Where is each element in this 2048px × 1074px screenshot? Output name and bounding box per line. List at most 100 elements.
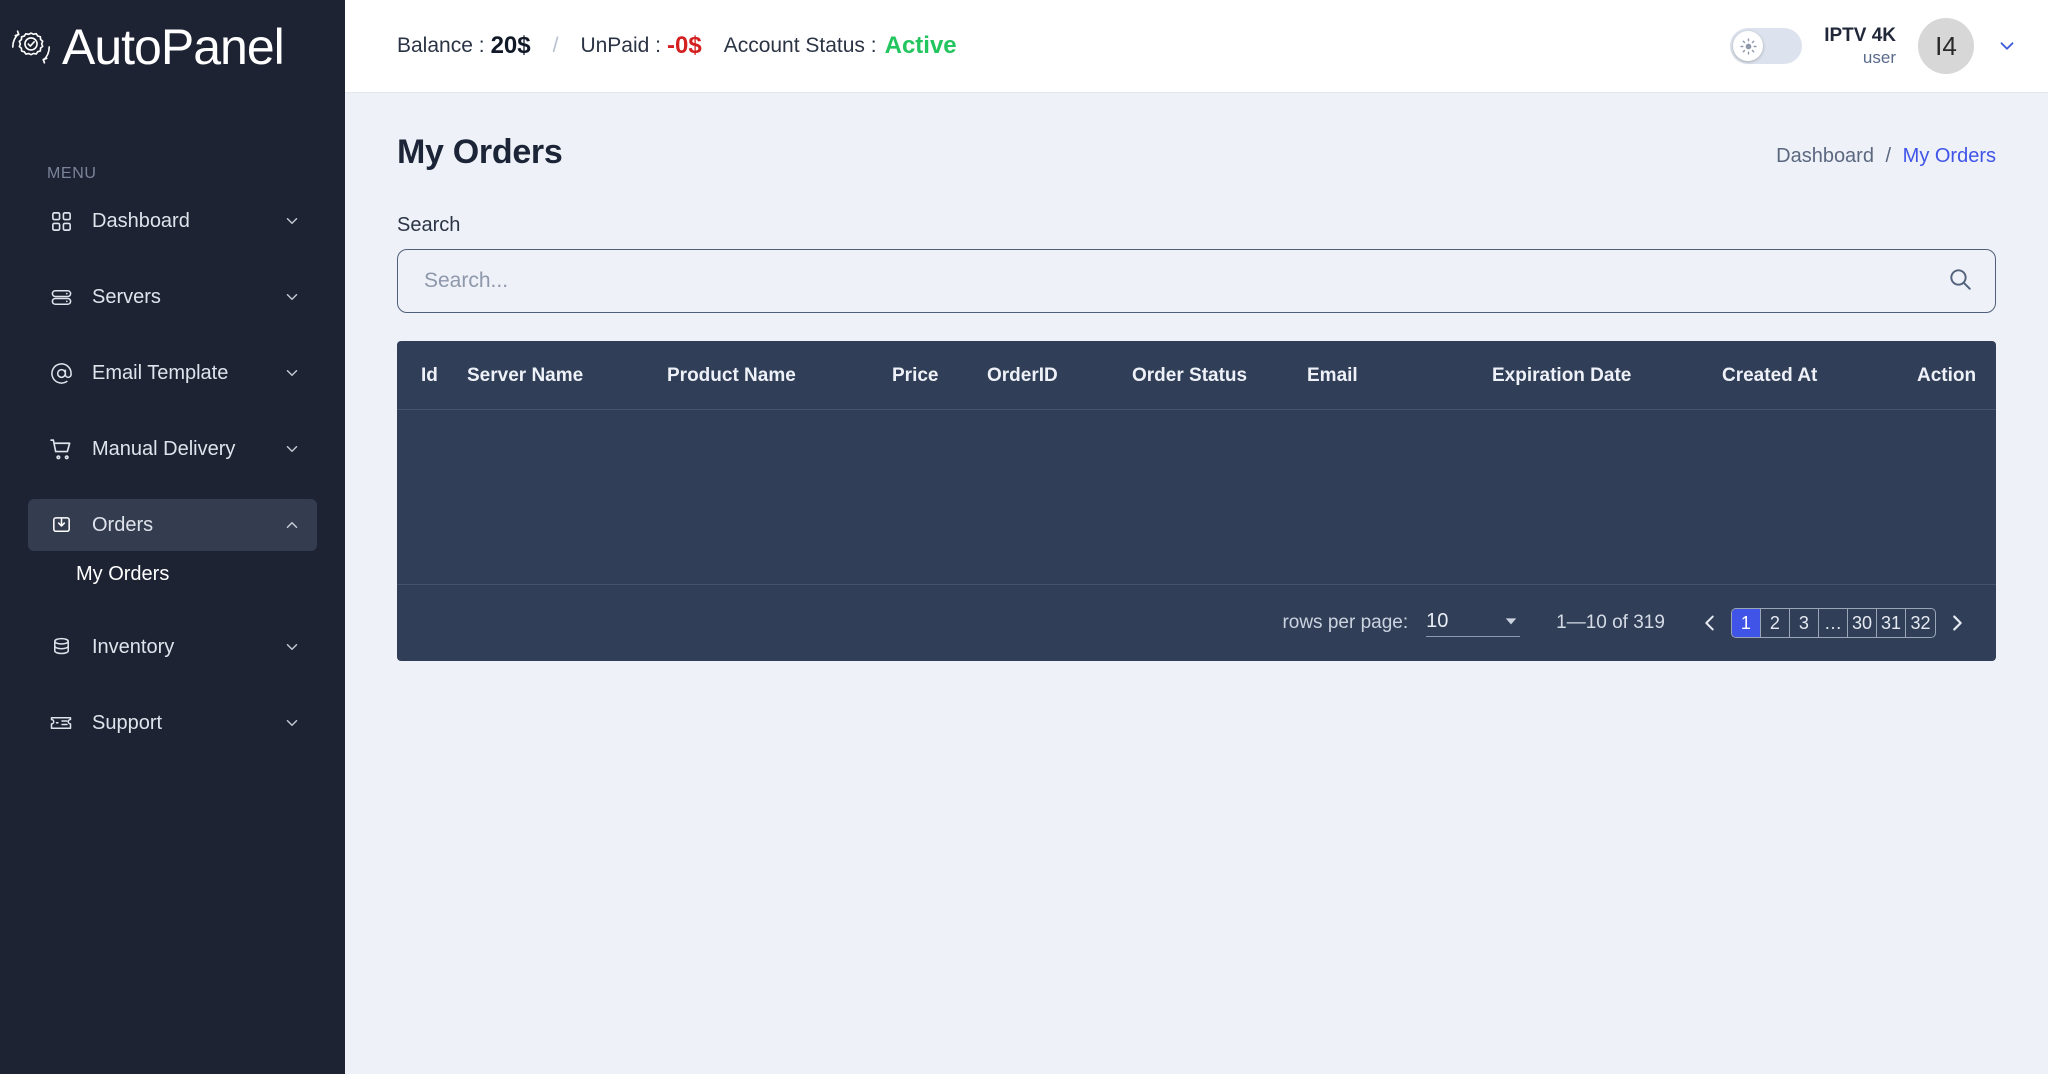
page-title: My Orders <box>397 133 563 171</box>
rows-per-page-value: 10 <box>1426 609 1449 632</box>
page-button-1[interactable]: 1 <box>1731 609 1761 637</box>
user-info: IPTV 4K user <box>1824 24 1896 69</box>
page-buttons: 1 2 3 … 30 31 32 <box>1730 608 1936 638</box>
avatar[interactable]: I4 <box>1918 18 1974 74</box>
caret-down-icon <box>1502 612 1520 630</box>
main-area: Balance : 20$ / UnPaid : -0$ Account Sta… <box>345 0 2048 1074</box>
breadcrumb: Dashboard / My Orders <box>1776 133 1996 168</box>
server-icon <box>48 284 74 310</box>
menu-section-label: MENU <box>47 165 97 182</box>
app-root: AutoPanel MENU Dashboard Servers Email T… <box>0 0 2048 1074</box>
page-button-3[interactable]: 3 <box>1790 609 1819 637</box>
sidebar-subitem-label: My Orders <box>76 562 170 585</box>
user-name: IPTV 4K <box>1824 24 1896 46</box>
unpaid-label: UnPaid : <box>580 34 661 57</box>
column-header-orderid: OrderID <box>987 341 1132 410</box>
cart-icon <box>48 436 74 462</box>
sidebar-item-manual-delivery[interactable]: Manual Delivery <box>28 423 317 475</box>
chevron-up-icon <box>283 516 301 534</box>
column-header-order-status: Order Status <box>1132 341 1307 410</box>
chevron-down-icon[interactable] <box>1996 35 2018 57</box>
inbox-down-icon <box>48 512 74 538</box>
column-header-expiration-date: Expiration Date <box>1492 341 1722 410</box>
sun-icon <box>1733 31 1764 61</box>
sidebar-item-servers[interactable]: Servers <box>28 271 317 323</box>
user-role: user <box>1862 48 1896 68</box>
table-empty-cell <box>397 409 1996 585</box>
topbar-right: IPTV 4K user I4 <box>1730 18 2018 74</box>
chevron-down-icon <box>283 638 301 656</box>
column-header-id: Id <box>397 341 467 410</box>
status-badge: Active <box>884 32 957 59</box>
page-header: My Orders Dashboard / My Orders <box>397 133 1996 172</box>
table-footer: rows per page: 10 1—10 of 319 1 2 3 … 30… <box>397 585 1996 661</box>
grid-icon <box>48 208 74 234</box>
brand[interactable]: AutoPanel <box>0 0 345 93</box>
column-header-server-name: Server Name <box>467 341 667 410</box>
gear-check-refresh-icon <box>8 24 54 70</box>
sidebar-item-dashboard[interactable]: Dashboard <box>28 195 317 247</box>
sidebar-item-label: Email Template <box>92 361 229 384</box>
orders-table-card: Id Server Name Product Name Price OrderI… <box>397 341 1996 661</box>
sidebar-item-label: Support <box>92 711 163 734</box>
avatar-initials: I4 <box>1935 30 1957 61</box>
column-header-product-name: Product Name <box>667 341 892 410</box>
chevron-right-icon[interactable] <box>1944 608 1970 638</box>
topbar: Balance : 20$ / UnPaid : -0$ Account Sta… <box>345 0 2048 93</box>
breadcrumb-root[interactable]: Dashboard <box>1776 145 1874 167</box>
balance-value: 20$ <box>490 32 531 59</box>
chevron-left-icon[interactable] <box>1697 608 1723 638</box>
at-sign-icon <box>48 360 74 386</box>
sidebar-item-orders[interactable]: Orders <box>28 499 317 551</box>
sidebar-item-email-template[interactable]: Email Template <box>28 347 317 399</box>
theme-toggle[interactable] <box>1730 28 1803 64</box>
ticket-icon <box>48 710 74 736</box>
chevron-down-icon <box>283 212 301 230</box>
rows-per-page-label: rows per page: <box>1282 612 1409 633</box>
chevron-down-icon <box>283 288 301 306</box>
column-header-action: Action <box>1917 341 1996 410</box>
chevron-down-icon <box>283 364 301 382</box>
account-status-label: Account Status : <box>723 34 877 57</box>
brand-name: AutoPanel <box>62 18 285 75</box>
page-button-31[interactable]: 31 <box>1877 609 1906 637</box>
search-box[interactable] <box>397 249 1996 313</box>
column-header-price: Price <box>892 341 987 410</box>
page-button-2[interactable]: 2 <box>1761 609 1790 637</box>
search-icon[interactable] <box>1947 266 1973 297</box>
rows-per-page-select[interactable]: 10 <box>1426 609 1521 637</box>
sidebar-nav: Dashboard Servers Email Template Manual … <box>0 195 345 749</box>
page-button-ellipsis: … <box>1819 609 1848 637</box>
sidebar-item-my-orders[interactable]: My Orders <box>0 551 345 597</box>
page-button-32[interactable]: 32 <box>1906 609 1935 637</box>
pagination-range: 1—10 of 319 <box>1556 612 1665 633</box>
column-header-created-at: Created At <box>1722 341 1917 410</box>
sidebar-item-label: Dashboard <box>92 209 190 232</box>
sidebar-item-label: Inventory <box>92 635 175 658</box>
sidebar-item-support[interactable]: Support <box>28 697 317 749</box>
table-body <box>397 409 1996 585</box>
page-button-30[interactable]: 30 <box>1848 609 1877 637</box>
content-area: My Orders Dashboard / My Orders Search S… <box>345 93 2048 1074</box>
search-label: Search <box>397 214 461 236</box>
table-head: Id Server Name Product Name Price OrderI… <box>397 341 1996 410</box>
sidebar-item-label: Servers <box>92 285 161 308</box>
sidebar-item-inventory[interactable]: Inventory <box>28 621 317 673</box>
database-icon <box>48 634 74 660</box>
chevron-down-icon <box>283 714 301 732</box>
breadcrumb-separator: / <box>1885 145 1892 167</box>
search-input[interactable] <box>424 269 1947 293</box>
breadcrumb-current[interactable]: My Orders <box>1903 145 1996 167</box>
account-stats: Balance : 20$ / UnPaid : -0$ Account Sta… <box>397 32 957 60</box>
unpaid-value: -0$ <box>667 32 702 59</box>
stat-separator: / <box>552 34 559 57</box>
table-empty-body <box>397 409 1996 585</box>
table-header-row: Id Server Name Product Name Price OrderI… <box>397 341 1996 410</box>
balance-label: Balance : <box>397 34 485 57</box>
sidebar: AutoPanel MENU Dashboard Servers Email T… <box>0 0 345 1074</box>
pagination: 1 2 3 … 30 31 32 <box>1697 608 1970 638</box>
chevron-down-icon <box>283 440 301 458</box>
column-header-email: Email <box>1307 341 1492 410</box>
orders-table: Id Server Name Product Name Price OrderI… <box>397 341 1996 585</box>
sidebar-item-label: Manual Delivery <box>92 437 236 460</box>
